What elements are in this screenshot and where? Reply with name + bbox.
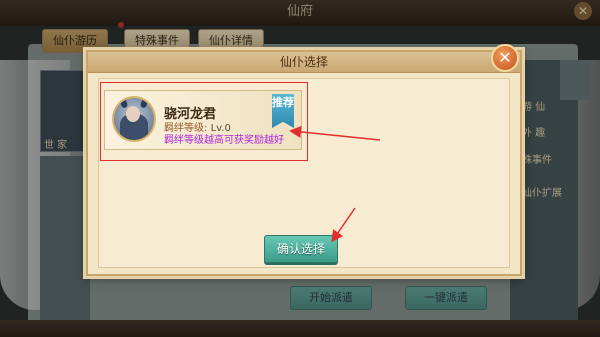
arrow-to-card [289,125,381,141]
arrow-to-confirm [331,207,356,243]
annotation-arrows [289,125,381,243]
